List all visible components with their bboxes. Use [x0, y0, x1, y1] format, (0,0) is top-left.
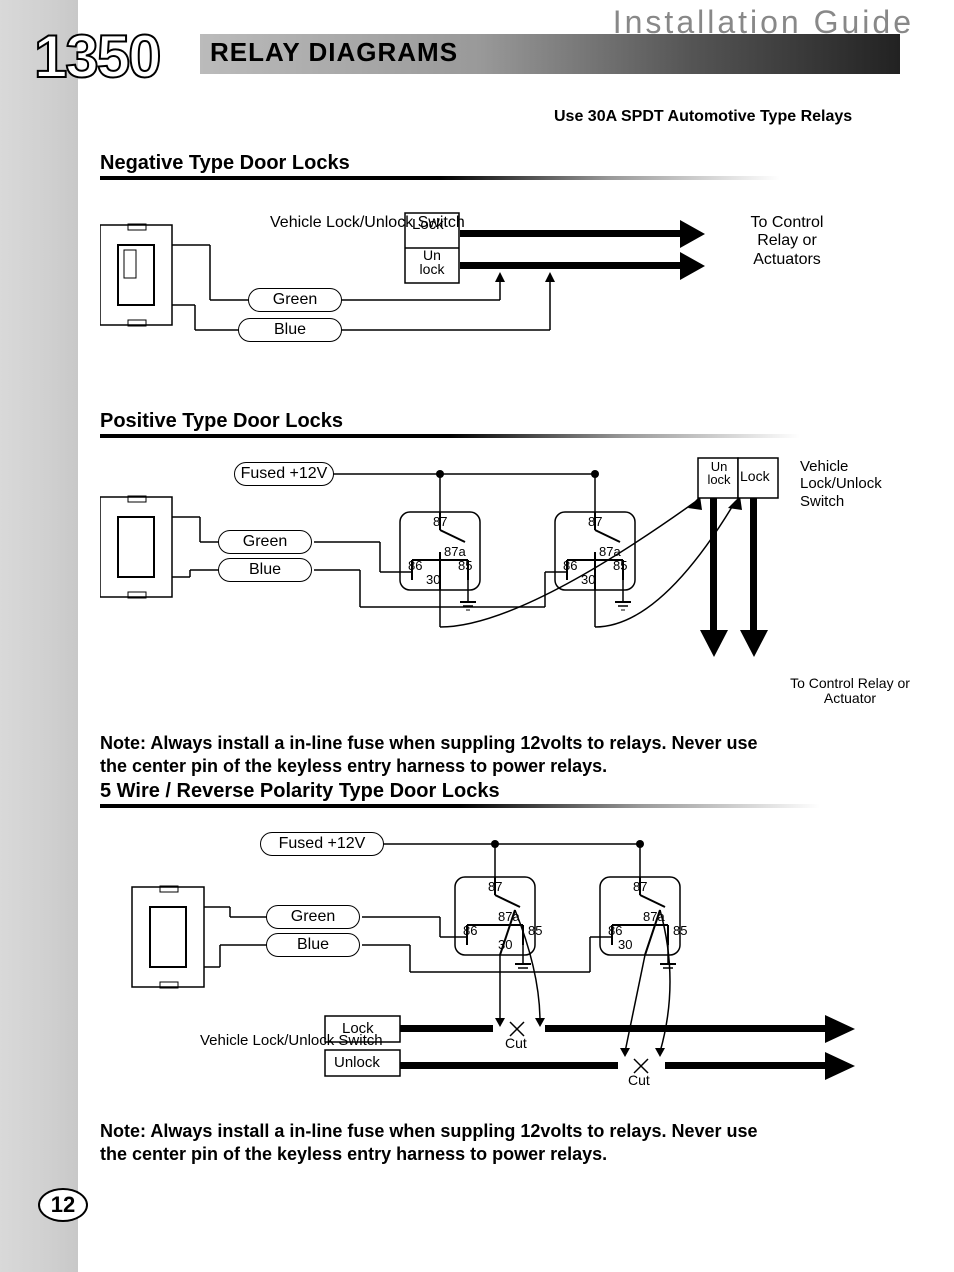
- model-number: 1350: [34, 22, 159, 91]
- fw-r2-86: 86: [608, 923, 622, 938]
- pos-r2-86: 86: [563, 558, 577, 573]
- fivewire-note: Note: Always install a in-line fuse when…: [100, 1120, 780, 1167]
- pos-to-control: To Control Relay or Actuator: [780, 676, 920, 707]
- pos-green-pill: Green: [218, 530, 312, 554]
- pos-unlock-label: Un lock: [702, 460, 736, 486]
- positive-note: Note: Always install a in-line fuse when…: [100, 732, 780, 779]
- section-title-positive: Positive Type Door Locks: [100, 410, 343, 433]
- pos-r2-87: 87: [588, 514, 602, 529]
- section-fivewire: 5 Wire / Reverse Polarity Type Door Lock…: [100, 780, 920, 1167]
- section-header-bar: RELAY DIAGRAMS: [200, 34, 900, 74]
- pos-r1-85: 85: [458, 558, 472, 573]
- neg-green-pill: Green: [248, 288, 342, 312]
- diagram-fivewire-svg: [100, 822, 920, 1102]
- neg-lock-label: Lock: [412, 216, 444, 233]
- pos-r1-87: 87: [433, 514, 447, 529]
- page-number-text: 12: [51, 1192, 75, 1218]
- pos-r1-87a: 87a: [444, 544, 466, 559]
- pos-lock-label: Lock: [740, 468, 770, 484]
- neg-unlock-label: Un lock: [412, 248, 452, 276]
- pos-r2-85: 85: [613, 558, 627, 573]
- section-header-fivewire: 5 Wire / Reverse Polarity Type Door Lock…: [100, 780, 920, 808]
- fw-fused-pill: Fused +12V: [260, 832, 384, 856]
- pos-switch-label: Vehicle Lock/Unlock Switch: [800, 458, 920, 510]
- pos-r2-30: 30: [581, 572, 595, 587]
- fw-r1-87a: 87a: [498, 909, 520, 924]
- fw-r1-87: 87: [488, 879, 502, 894]
- page-number: 12: [38, 1188, 88, 1222]
- pos-r1-30: 30: [426, 572, 440, 587]
- left-sidebar: [0, 0, 78, 1272]
- fw-r2-87a: 87a: [643, 909, 665, 924]
- fw-cut1: Cut: [505, 1035, 527, 1051]
- fw-cut2: Cut: [628, 1072, 650, 1088]
- fw-r1-85: 85: [528, 923, 542, 938]
- fw-r2-30: 30: [618, 937, 632, 952]
- section-title-fivewire: 5 Wire / Reverse Polarity Type Door Lock…: [100, 780, 500, 803]
- fw-r1-86: 86: [463, 923, 477, 938]
- pos-blue-pill: Blue: [218, 558, 312, 582]
- fw-green-pill: Green: [266, 905, 360, 929]
- section-title-negative: Negative Type Door Locks: [100, 152, 350, 175]
- section-header-negative: Negative Type Door Locks: [100, 152, 900, 180]
- fw-r1-30: 30: [498, 937, 512, 952]
- fw-r2-87: 87: [633, 879, 647, 894]
- neg-blue-pill: Blue: [238, 318, 342, 342]
- pos-r2-87a: 87a: [599, 544, 621, 559]
- fw-r2-85: 85: [673, 923, 687, 938]
- neg-to-control: To Control Relay or Actuators: [732, 214, 842, 269]
- section-header-positive: Positive Type Door Locks: [100, 410, 920, 438]
- section-title: RELAY DIAGRAMS: [210, 37, 458, 68]
- pos-fused-pill: Fused +12V: [234, 462, 334, 486]
- relay-spec-text: Use 30A SPDT Automotive Type Relays: [554, 108, 852, 126]
- fw-unlock-label: Unlock: [334, 1054, 380, 1071]
- section-positive: Positive Type Door Locks: [100, 410, 920, 779]
- section-negative: Negative Type Door Locks: [100, 152, 900, 380]
- fw-blue-pill: Blue: [266, 933, 360, 957]
- fw-switch-label: Vehicle Lock/Unlock Switch: [200, 1032, 383, 1049]
- pos-r1-86: 86: [408, 558, 422, 573]
- diagram-positive-svg: [100, 452, 920, 712]
